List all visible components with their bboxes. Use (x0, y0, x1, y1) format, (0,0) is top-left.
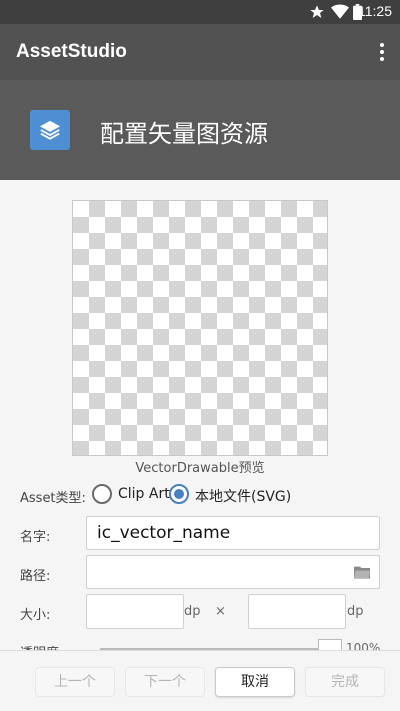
width-unit: dp (184, 604, 201, 619)
path-label: 路径: (20, 569, 51, 584)
preview-label: VectorDrawable预览 (135, 461, 265, 476)
height-unit: dp (347, 604, 364, 619)
size-separator: × (215, 604, 226, 619)
cancel-button[interactable]: 取消 (215, 667, 295, 697)
radio-clip-art-label[interactable]: Clip Art (118, 486, 170, 502)
wizard-header: 配置矢量图资源 (0, 80, 400, 180)
folder-icon[interactable] (354, 565, 370, 579)
vector-preview (72, 200, 328, 456)
clock: 11:25 (358, 3, 392, 19)
path-input[interactable] (86, 555, 380, 589)
status-bar: 11:25 (0, 0, 400, 24)
wifi-icon (331, 4, 349, 19)
prev-button[interactable]: 上一个 (35, 667, 115, 697)
radio-local-file[interactable] (169, 484, 189, 504)
app-title: AssetStudio (16, 41, 127, 62)
width-input[interactable] (86, 594, 184, 629)
radio-clip-art[interactable] (92, 484, 112, 504)
app-bar: AssetStudio (0, 24, 400, 80)
star-icon (310, 5, 324, 18)
next-button[interactable]: 下一个 (125, 667, 205, 697)
height-input[interactable] (248, 594, 346, 629)
layers-icon (30, 110, 70, 150)
asset-type-label: Asset类型: (20, 491, 86, 506)
name-label: 名字: (20, 530, 51, 545)
name-input[interactable]: ic_vector_name (86, 516, 380, 550)
page-title: 配置矢量图资源 (100, 120, 268, 148)
radio-local-file-label[interactable]: 本地文件(SVG) (195, 486, 291, 506)
size-label: 大小: (20, 608, 51, 623)
content-area: VectorDrawable预览 Asset类型: Clip Art 本地文件(… (0, 180, 400, 661)
footer-buttons: 上一个 下一个 取消 完成 (0, 650, 400, 711)
more-vert-icon[interactable] (378, 43, 386, 63)
finish-button[interactable]: 完成 (305, 667, 385, 697)
